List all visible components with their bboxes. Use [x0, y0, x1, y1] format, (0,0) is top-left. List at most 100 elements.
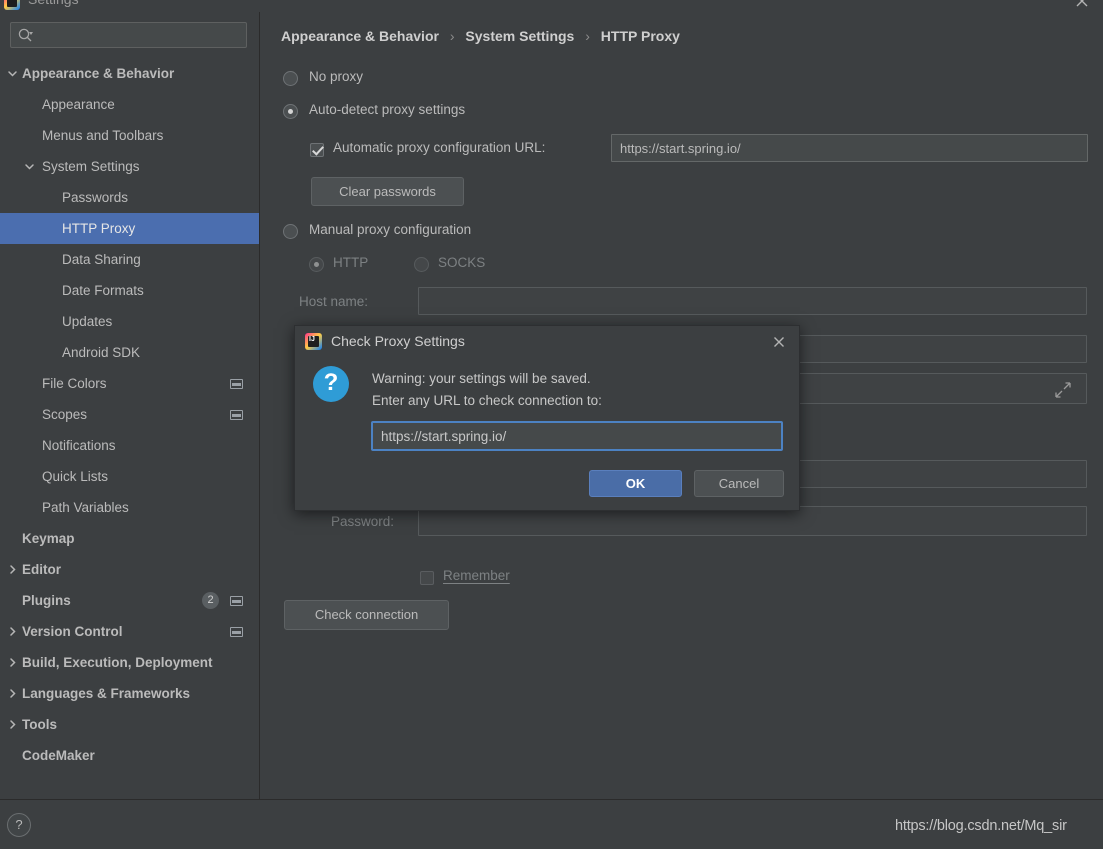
chevron-right-icon[interactable]	[5, 554, 19, 585]
radio-auto-detect[interactable]: Auto-detect proxy settings	[283, 102, 465, 120]
question-icon: ?	[313, 366, 349, 402]
sidebar-item-keymap[interactable]: Keymap	[0, 523, 259, 554]
check-connection-button[interactable]: Check connection	[284, 600, 449, 630]
sidebar-item-label: Appearance & Behavior	[22, 66, 175, 81]
breadcrumb-part-2[interactable]: System Settings	[465, 28, 574, 44]
sidebar-item-label: Keymap	[22, 531, 75, 546]
checkbox-remember-label: Remember	[443, 568, 510, 583]
sidebar-item-label: Appearance	[42, 97, 115, 112]
radio-auto-detect-label: Auto-detect proxy settings	[309, 102, 466, 117]
breadcrumb-separator-2: ›	[585, 28, 590, 44]
sidebar-item-label: System Settings	[42, 159, 140, 174]
checkbox-remember-box	[420, 570, 434, 585]
checkbox-remember[interactable]: Remember	[420, 568, 510, 585]
close-icon[interactable]	[771, 334, 787, 350]
radio-http[interactable]: HTTP	[309, 255, 368, 273]
chevron-right-icon[interactable]	[5, 647, 19, 678]
password-label: Password:	[331, 514, 395, 529]
chevron-down-icon[interactable]	[22, 151, 36, 182]
sidebar-item-label: Menus and Toolbars	[42, 128, 164, 143]
project-scope-icon	[230, 627, 243, 637]
dialog-title: Check Proxy Settings	[331, 333, 465, 349]
sidebar-item-label: Editor	[22, 562, 61, 577]
sidebar-item-languages-frameworks[interactable]: Languages & Frameworks	[0, 678, 259, 709]
check-proxy-settings-dialog: Check Proxy Settings ? Warning: your set…	[294, 325, 800, 511]
sidebar-item-label: Updates	[62, 314, 113, 329]
sidebar-item-label: Scopes	[42, 407, 88, 422]
sidebar-item-label: File Colors	[42, 376, 107, 391]
sidebar-item-version-control[interactable]: Version Control	[0, 616, 259, 647]
breadcrumb-part-1[interactable]: Appearance & Behavior	[281, 28, 439, 44]
sidebar-item-build-execution-deployment[interactable]: Build, Execution, Deployment	[0, 647, 259, 678]
sidebar-item-android-sdk[interactable]: Android SDK	[0, 337, 259, 368]
sidebar-item-path-variables[interactable]: Path Variables	[0, 492, 259, 523]
host-name-input[interactable]	[418, 287, 1087, 315]
sidebar-item-tools[interactable]: Tools	[0, 709, 259, 740]
chevron-right-icon[interactable]	[5, 616, 19, 647]
sidebar-item-file-colors[interactable]: File Colors	[0, 368, 259, 399]
sidebar-item-label: HTTP Proxy	[62, 221, 136, 236]
sidebar-item-plugins[interactable]: Plugins 2	[0, 585, 259, 616]
search-box[interactable]	[10, 22, 247, 48]
project-scope-icon	[230, 410, 243, 420]
sidebar-item-editor[interactable]: Editor	[0, 554, 259, 585]
radio-http-label: HTTP	[333, 255, 369, 270]
sidebar-item-system-settings[interactable]: System Settings	[0, 151, 259, 182]
chevron-right-icon[interactable]	[5, 678, 19, 709]
dialog-ok-button[interactable]: OK	[589, 470, 682, 497]
radio-no-proxy[interactable]: No proxy	[283, 69, 363, 87]
dialog-url-input[interactable]	[371, 421, 783, 451]
window-title: Settings	[28, 0, 79, 7]
sidebar-item-label: Path Variables	[42, 500, 129, 515]
sidebar-item-menus-and-toolbars[interactable]: Menus and Toolbars	[0, 120, 259, 151]
checkbox-auto-config-url[interactable]: Automatic proxy configuration URL:	[310, 140, 545, 157]
search-input[interactable]	[39, 23, 242, 47]
search-icon	[17, 27, 34, 44]
radio-socks-label: SOCKS	[438, 255, 486, 270]
sidebar-item-label: Version Control	[22, 624, 123, 639]
sidebar-item-scopes[interactable]: Scopes	[0, 399, 259, 430]
radio-manual-proxy-label: Manual proxy configuration	[309, 222, 472, 237]
sidebar-item-date-formats[interactable]: Date Formats	[0, 275, 259, 306]
sidebar-item-passwords[interactable]: Passwords	[0, 182, 259, 213]
sidebar-item-label: Plugins	[22, 593, 71, 608]
dialog-cancel-button[interactable]: Cancel	[694, 470, 784, 497]
auto-config-url-input[interactable]	[611, 134, 1088, 162]
sidebar-item-label: Data Sharing	[62, 252, 141, 267]
radio-manual-proxy[interactable]: Manual proxy configuration	[283, 222, 471, 240]
help-button[interactable]: ?	[7, 813, 31, 837]
search-container	[0, 12, 259, 54]
sidebar-item-appearance-behavior[interactable]: Appearance & Behavior	[0, 58, 259, 89]
dialog-message-line-1: Warning: your settings will be saved.	[372, 371, 591, 386]
expand-icon[interactable]	[1054, 381, 1072, 402]
sidebar-item-notifications[interactable]: Notifications	[0, 430, 259, 461]
radio-socks[interactable]: SOCKS	[414, 255, 485, 273]
clear-passwords-button[interactable]: Clear passwords	[311, 177, 464, 206]
project-scope-icon	[230, 379, 243, 389]
settings-tree: Appearance & Behavior Appearance Menus and…	[0, 58, 259, 771]
sidebar-item-codemaker[interactable]: CodeMaker	[0, 740, 259, 771]
radio-manual-proxy-dot	[283, 224, 298, 240]
radio-no-proxy-label: No proxy	[309, 69, 364, 84]
intellij-logo-icon	[305, 333, 322, 350]
sidebar-item-badge: 2	[202, 592, 219, 609]
chevron-right-icon[interactable]	[5, 709, 19, 740]
sidebar-item-quick-lists[interactable]: Quick Lists	[0, 461, 259, 492]
breadcrumb-separator-1: ›	[449, 28, 455, 44]
sidebar-item-updates[interactable]: Updates	[0, 306, 259, 337]
sidebar-item-appearance[interactable]: Appearance	[0, 89, 259, 120]
radio-http-dot	[309, 257, 324, 273]
sidebar-item-label: Passwords	[62, 190, 129, 205]
sidebar-item-label: Notifications	[42, 438, 116, 453]
chevron-down-icon[interactable]	[5, 58, 19, 89]
sidebar-item-label: Android SDK	[62, 345, 141, 360]
dialog-message: Warning: your settings will be saved. En…	[372, 368, 602, 412]
sidebar-item-label: CodeMaker	[22, 748, 95, 763]
sidebar-item-label: Date Formats	[62, 283, 144, 298]
radio-no-proxy-dot	[283, 71, 298, 87]
sidebar-item-label: Tools	[22, 717, 57, 732]
sidebar-item-http-proxy[interactable]: HTTP Proxy	[0, 213, 259, 244]
radio-socks-dot	[414, 257, 429, 273]
sidebar-item-data-sharing[interactable]: Data Sharing	[0, 244, 259, 275]
close-icon[interactable]	[1073, 0, 1091, 10]
